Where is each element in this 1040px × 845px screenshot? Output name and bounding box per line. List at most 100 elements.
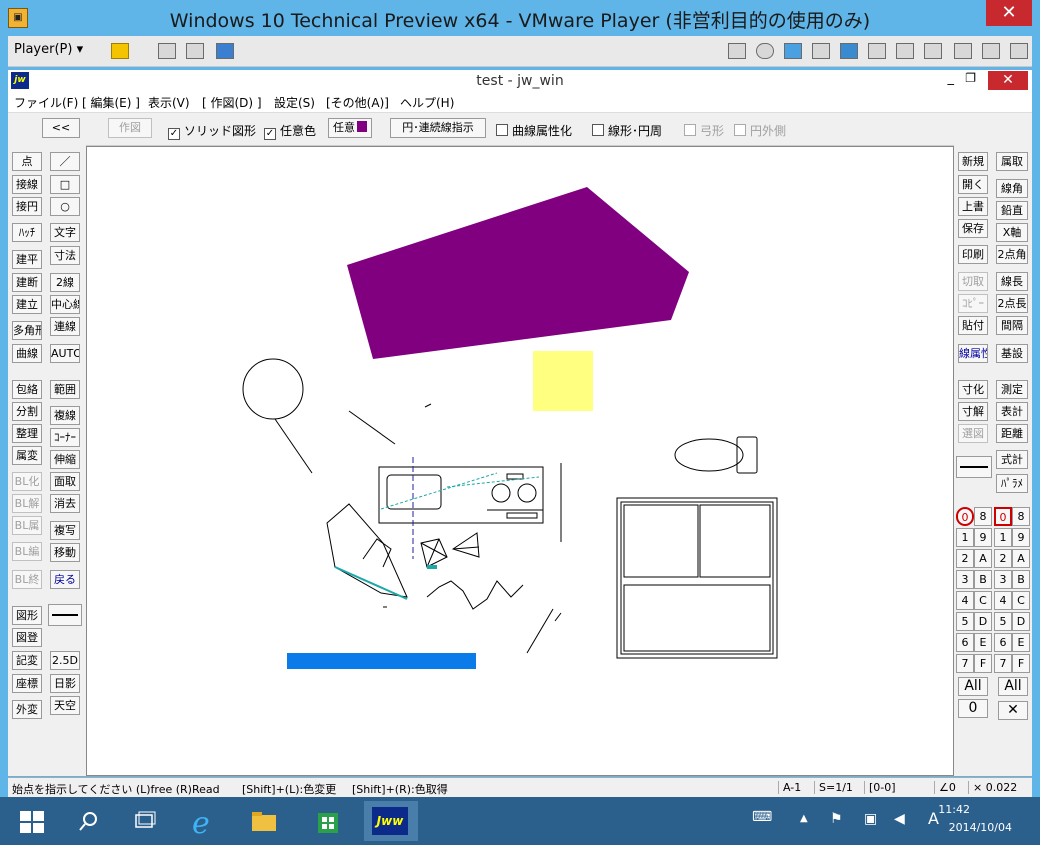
- tool-select-figure[interactable]: 選図: [958, 424, 988, 443]
- tool-centerline[interactable]: 中心線: [50, 295, 80, 314]
- layer-group-all-button[interactable]: All: [958, 677, 988, 696]
- outside-circle-checkbox[interactable]: 円外側: [734, 122, 786, 139]
- menu-other[interactable]: [その他(A)]: [326, 94, 389, 111]
- layer-group-btn-c[interactable]: C: [974, 591, 992, 610]
- layer-btn-e[interactable]: E: [1012, 633, 1030, 652]
- tool-move[interactable]: 移動: [50, 543, 80, 562]
- curve-attr-checkbox[interactable]: 曲線属性化: [496, 122, 572, 139]
- menu-file[interactable]: ファイル(F): [14, 94, 78, 111]
- status-group[interactable]: [0-0]: [864, 781, 896, 794]
- tool-bl-release[interactable]: BL解: [12, 494, 42, 513]
- ie-button[interactable]: e: [180, 801, 228, 841]
- layer-btn-7[interactable]: 7: [994, 654, 1012, 673]
- tool-bl-end[interactable]: BL終: [12, 570, 42, 589]
- layer-group-btn-1[interactable]: 1: [956, 528, 974, 547]
- device-icon-2[interactable]: [896, 43, 914, 59]
- layer-group-btn-a[interactable]: A: [974, 549, 992, 568]
- tool-distance[interactable]: 距離: [996, 424, 1028, 443]
- hdd-icon[interactable]: [728, 43, 746, 59]
- layer-group-btn-5[interactable]: 5: [956, 612, 974, 631]
- any-color-button[interactable]: 任意: [328, 118, 372, 138]
- tool-shadow[interactable]: 日影: [50, 674, 80, 693]
- tool-corner[interactable]: ｺｰﾅｰ: [50, 428, 80, 447]
- layer-btn-4[interactable]: 4: [994, 591, 1012, 610]
- tool-overwrite[interactable]: 上書: [958, 197, 988, 216]
- status-layer[interactable]: A-1: [778, 781, 801, 794]
- tool-new[interactable]: 新規: [958, 152, 988, 171]
- right-line-type-button[interactable]: [956, 456, 992, 478]
- status-zoom[interactable]: × 0.022: [968, 781, 1017, 794]
- tool-erase[interactable]: 消去: [50, 494, 80, 513]
- tool-copy[interactable]: 複写: [50, 521, 80, 540]
- tool-table-calc[interactable]: 表計: [996, 402, 1028, 421]
- store-button[interactable]: [304, 801, 352, 841]
- layer-group-zero-button[interactable]: 0: [958, 699, 988, 718]
- send-keys-icon[interactable]: [158, 43, 176, 59]
- line-type-button[interactable]: [48, 604, 82, 626]
- layer-btn-a[interactable]: A: [1012, 549, 1030, 568]
- tool-line-attr[interactable]: 線属性: [958, 344, 988, 363]
- device-icon-3[interactable]: [924, 43, 942, 59]
- layer-btn-3[interactable]: 3: [994, 570, 1012, 589]
- device-icon-6[interactable]: [1010, 43, 1028, 59]
- layer-btn-5[interactable]: 5: [994, 612, 1012, 631]
- tool-vertical[interactable]: 鉛直: [996, 201, 1028, 220]
- tool-figure-register[interactable]: 図登: [12, 628, 42, 647]
- tool-section[interactable]: 建断: [12, 273, 42, 292]
- tool-undo[interactable]: 戻る: [50, 570, 80, 589]
- tool-connect-line[interactable]: 連線: [50, 317, 80, 336]
- tool-stretch[interactable]: 伸縮: [50, 450, 80, 469]
- minimize-button[interactable]: _: [948, 71, 955, 86]
- tool-sky[interactable]: 天空: [50, 696, 80, 715]
- tool-line[interactable]: ／: [50, 152, 80, 171]
- search-button[interactable]: [64, 801, 112, 841]
- layer-group-btn-3[interactable]: 3: [956, 570, 974, 589]
- tool-point[interactable]: 点: [12, 152, 42, 171]
- tool-figure[interactable]: 図形: [12, 606, 42, 625]
- network-icon[interactable]: [784, 43, 802, 59]
- menu-draw[interactable]: [ 作図(D) ]: [202, 94, 262, 111]
- layer-group-btn-2[interactable]: 2: [956, 549, 974, 568]
- layer-btn-1[interactable]: 1: [994, 528, 1012, 547]
- layer-btn-d[interactable]: D: [1012, 612, 1030, 631]
- tool-bl-edit[interactable]: BL編: [12, 542, 42, 561]
- clock-time[interactable]: 11:42: [938, 803, 970, 816]
- bow-checkbox[interactable]: 弓形: [684, 122, 724, 139]
- layer-group-btn-f[interactable]: F: [974, 654, 992, 673]
- tool-cleanup[interactable]: 整理: [12, 424, 42, 443]
- tool-base-setting[interactable]: 基設: [996, 344, 1028, 363]
- pause-icon[interactable]: [111, 43, 129, 59]
- tool-bl-make[interactable]: BL化: [12, 472, 42, 491]
- layer-group-btn-9[interactable]: 9: [974, 528, 992, 547]
- tool-offset[interactable]: 複線: [50, 406, 80, 425]
- player-menu-button[interactable]: Player(P) ▾: [14, 42, 83, 57]
- layer-group-btn-e[interactable]: E: [974, 633, 992, 652]
- tool-external[interactable]: 外変: [12, 700, 42, 719]
- unity-icon[interactable]: [216, 43, 234, 59]
- tool-save[interactable]: 保存: [958, 219, 988, 238]
- tray-overflow-icon[interactable]: ▲: [800, 813, 808, 824]
- device-icon-5[interactable]: [982, 43, 1000, 59]
- tool-x-axis[interactable]: X軸: [996, 223, 1028, 242]
- tool-record-change[interactable]: 記変: [12, 651, 42, 670]
- layer-btn-c[interactable]: C: [1012, 591, 1030, 610]
- tool-divide[interactable]: 分割: [12, 402, 42, 421]
- task-view-button[interactable]: [120, 801, 168, 841]
- keyboard-icon[interactable]: ⌨: [752, 809, 772, 825]
- layer-x-button[interactable]: ✕: [998, 701, 1028, 720]
- vmware-close-button[interactable]: ✕: [986, 0, 1032, 26]
- tool-copy-clip[interactable]: ｺﾋﾟｰ: [958, 294, 988, 313]
- layer-btn-0[interactable]: 0: [994, 507, 1012, 526]
- layer-btn-9[interactable]: 9: [1012, 528, 1030, 547]
- tool-range[interactable]: 範囲: [50, 380, 80, 399]
- clock-date[interactable]: 2014/10/04: [949, 821, 1012, 834]
- menu-view[interactable]: 表示(V): [148, 94, 190, 111]
- tool-bl-attr[interactable]: BL属: [12, 516, 42, 535]
- tool-cut[interactable]: 切取: [958, 272, 988, 291]
- layer-group-btn-d[interactable]: D: [974, 612, 992, 631]
- tool-dimension[interactable]: 寸法: [50, 246, 80, 265]
- tool-attr-change[interactable]: 属変: [12, 446, 42, 465]
- tool-circle[interactable]: ○: [50, 197, 80, 216]
- menu-edit[interactable]: [ 編集(E) ]: [82, 94, 140, 111]
- tool-envelope[interactable]: 包絡: [12, 380, 42, 399]
